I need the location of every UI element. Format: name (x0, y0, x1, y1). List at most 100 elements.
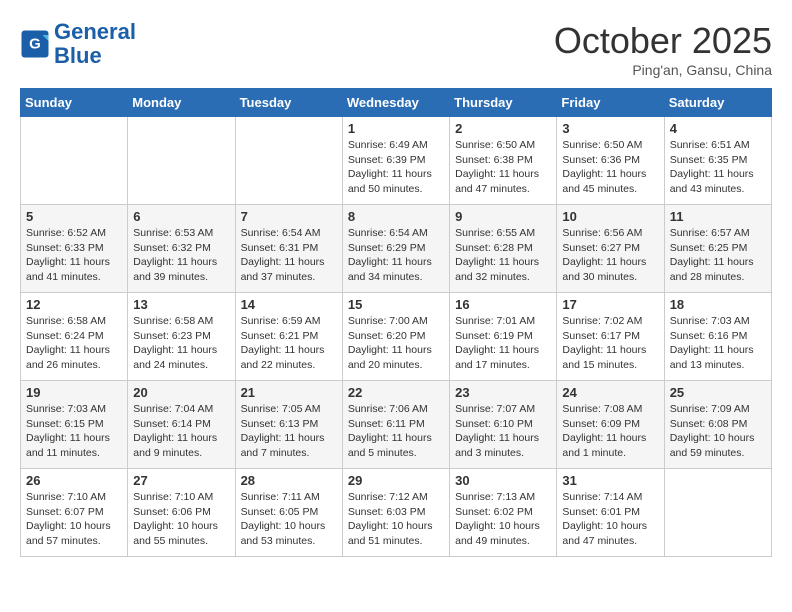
day-info: Sunrise: 6:53 AM Sunset: 6:32 PM Dayligh… (133, 226, 229, 285)
calendar-cell: 12Sunrise: 6:58 AM Sunset: 6:24 PM Dayli… (21, 293, 128, 381)
calendar-cell: 23Sunrise: 7:07 AM Sunset: 6:10 PM Dayli… (450, 381, 557, 469)
calendar-cell: 4 Sunrise: 6:51 AM Sunset: 6:35 PM Daylig… (664, 117, 771, 205)
day-number: 20 (133, 385, 229, 400)
weekday-header-wednesday: Wednesday (342, 89, 449, 117)
day-info: Sunrise: 7:00 AM Sunset: 6:20 PM Dayligh… (348, 314, 444, 373)
week-row-1: 1 Sunrise: 6:49 AM Sunset: 6:39 PM Daylig… (21, 117, 772, 205)
day-info: Sunrise: 7:12 AM Sunset: 6:03 PM Dayligh… (348, 490, 444, 549)
day-number: 25 (670, 385, 766, 400)
calendar-cell: 30Sunrise: 7:13 AM Sunset: 6:02 PM Dayli… (450, 469, 557, 557)
day-number: 18 (670, 297, 766, 312)
day-info: Sunrise: 6:59 AM Sunset: 6:21 PM Dayligh… (241, 314, 337, 373)
day-number: 1 (348, 121, 444, 136)
day-number: 22 (348, 385, 444, 400)
calendar-cell: 5 Sunrise: 6:52 AM Sunset: 6:33 PM Daylig… (21, 205, 128, 293)
calendar-cell: 14 Sunrise: 6:59 AM Sunset: 6:21 PM Dayli… (235, 293, 342, 381)
day-info: Sunrise: 7:11 AM Sunset: 6:05 PM Dayligh… (241, 490, 337, 549)
calendar-cell: 25 Sunrise: 7:09 AM Sunset: 6:08 PM Dayli… (664, 381, 771, 469)
day-info: Sunrise: 7:03 AM Sunset: 6:15 PM Dayligh… (26, 402, 122, 461)
day-number: 11 (670, 209, 766, 224)
day-number: 7 (241, 209, 337, 224)
day-info: Sunrise: 7:01 AM Sunset: 6:19 PM Dayligh… (455, 314, 551, 373)
calendar-cell: 10Sunrise: 6:56 AM Sunset: 6:27 PM Dayli… (557, 205, 664, 293)
day-info: Sunrise: 7:08 AM Sunset: 6:09 PM Dayligh… (562, 402, 658, 461)
day-number: 24 (562, 385, 658, 400)
day-info: Sunrise: 7:04 AM Sunset: 6:14 PM Dayligh… (133, 402, 229, 461)
day-info: Sunrise: 7:05 AM Sunset: 6:13 PM Dayligh… (241, 402, 337, 461)
logo-icon: G (20, 29, 50, 59)
calendar-cell: 24 Sunrise: 7:08 AM Sunset: 6:09 PM Dayli… (557, 381, 664, 469)
weekday-header-saturday: Saturday (664, 89, 771, 117)
logo-line2: Blue (54, 44, 136, 68)
calendar-cell (235, 117, 342, 205)
calendar-cell: 17Sunrise: 7:02 AM Sunset: 6:17 PM Dayli… (557, 293, 664, 381)
day-info: Sunrise: 6:54 AM Sunset: 6:31 PM Dayligh… (241, 226, 337, 285)
calendar-cell: 27 Sunrise: 7:10 AM Sunset: 6:06 PM Dayli… (128, 469, 235, 557)
logo-text: General Blue (54, 20, 136, 68)
calendar-cell: 2Sunrise: 6:50 AM Sunset: 6:38 PM Daylig… (450, 117, 557, 205)
calendar-cell: 7 Sunrise: 6:54 AM Sunset: 6:31 PM Daylig… (235, 205, 342, 293)
day-info: Sunrise: 7:10 AM Sunset: 6:07 PM Dayligh… (26, 490, 122, 549)
calendar-cell: 31Sunrise: 7:14 AM Sunset: 6:01 PM Dayli… (557, 469, 664, 557)
week-row-3: 12Sunrise: 6:58 AM Sunset: 6:24 PM Dayli… (21, 293, 772, 381)
calendar-cell: 6 Sunrise: 6:53 AM Sunset: 6:32 PM Daylig… (128, 205, 235, 293)
day-number: 19 (26, 385, 122, 400)
calendar-cell (664, 469, 771, 557)
week-row-5: 26 Sunrise: 7:10 AM Sunset: 6:07 PM Dayli… (21, 469, 772, 557)
calendar-cell: 15 Sunrise: 7:00 AM Sunset: 6:20 PM Dayli… (342, 293, 449, 381)
day-info: Sunrise: 6:50 AM Sunset: 6:36 PM Dayligh… (562, 138, 658, 197)
day-number: 13 (133, 297, 229, 312)
day-number: 26 (26, 473, 122, 488)
day-info: Sunrise: 7:09 AM Sunset: 6:08 PM Dayligh… (670, 402, 766, 461)
svg-text:G: G (29, 36, 41, 53)
day-number: 3 (562, 121, 658, 136)
calendar-cell: 22Sunrise: 7:06 AM Sunset: 6:11 PM Dayli… (342, 381, 449, 469)
calendar-cell: 28Sunrise: 7:11 AM Sunset: 6:05 PM Dayli… (235, 469, 342, 557)
day-number: 30 (455, 473, 551, 488)
weekday-header-sunday: Sunday (21, 89, 128, 117)
weekday-header-tuesday: Tuesday (235, 89, 342, 117)
month-title: October 2025 (554, 20, 772, 62)
day-number: 14 (241, 297, 337, 312)
weekday-header-monday: Monday (128, 89, 235, 117)
calendar-cell: 9Sunrise: 6:55 AM Sunset: 6:28 PM Daylig… (450, 205, 557, 293)
week-row-2: 5 Sunrise: 6:52 AM Sunset: 6:33 PM Daylig… (21, 205, 772, 293)
week-row-4: 19 Sunrise: 7:03 AM Sunset: 6:15 PM Dayli… (21, 381, 772, 469)
day-number: 4 (670, 121, 766, 136)
calendar-cell: 20 Sunrise: 7:04 AM Sunset: 6:14 PM Dayli… (128, 381, 235, 469)
calendar-cell: 11 Sunrise: 6:57 AM Sunset: 6:25 PM Dayli… (664, 205, 771, 293)
calendar-cell (128, 117, 235, 205)
day-number: 23 (455, 385, 551, 400)
day-number: 29 (348, 473, 444, 488)
page-header: G General Blue October 2025 Ping'an, Gan… (20, 20, 772, 78)
day-number: 16 (455, 297, 551, 312)
calendar-cell: 19 Sunrise: 7:03 AM Sunset: 6:15 PM Dayli… (21, 381, 128, 469)
day-info: Sunrise: 7:10 AM Sunset: 6:06 PM Dayligh… (133, 490, 229, 549)
calendar-cell: 16 Sunrise: 7:01 AM Sunset: 6:19 PM Dayli… (450, 293, 557, 381)
day-number: 27 (133, 473, 229, 488)
calendar-cell: 21Sunrise: 7:05 AM Sunset: 6:13 PM Dayli… (235, 381, 342, 469)
day-number: 10 (562, 209, 658, 224)
day-info: Sunrise: 6:51 AM Sunset: 6:35 PM Dayligh… (670, 138, 766, 197)
day-number: 2 (455, 121, 551, 136)
day-number: 8 (348, 209, 444, 224)
location-subtitle: Ping'an, Gansu, China (554, 62, 772, 78)
day-info: Sunrise: 6:58 AM Sunset: 6:23 PM Dayligh… (133, 314, 229, 373)
day-number: 17 (562, 297, 658, 312)
day-number: 15 (348, 297, 444, 312)
day-number: 6 (133, 209, 229, 224)
day-info: Sunrise: 6:58 AM Sunset: 6:24 PM Dayligh… (26, 314, 122, 373)
calendar-cell: 3 Sunrise: 6:50 AM Sunset: 6:36 PM Daylig… (557, 117, 664, 205)
day-number: 5 (26, 209, 122, 224)
day-info: Sunrise: 6:52 AM Sunset: 6:33 PM Dayligh… (26, 226, 122, 285)
day-number: 31 (562, 473, 658, 488)
weekday-header-thursday: Thursday (450, 89, 557, 117)
day-info: Sunrise: 6:57 AM Sunset: 6:25 PM Dayligh… (670, 226, 766, 285)
day-info: Sunrise: 6:54 AM Sunset: 6:29 PM Dayligh… (348, 226, 444, 285)
day-number: 9 (455, 209, 551, 224)
title-block: October 2025 Ping'an, Gansu, China (554, 20, 772, 78)
day-info: Sunrise: 6:49 AM Sunset: 6:39 PM Dayligh… (348, 138, 444, 197)
calendar-cell: 18Sunrise: 7:03 AM Sunset: 6:16 PM Dayli… (664, 293, 771, 381)
calendar-cell: 29 Sunrise: 7:12 AM Sunset: 6:03 PM Dayli… (342, 469, 449, 557)
calendar-cell: 8 Sunrise: 6:54 AM Sunset: 6:29 PM Daylig… (342, 205, 449, 293)
